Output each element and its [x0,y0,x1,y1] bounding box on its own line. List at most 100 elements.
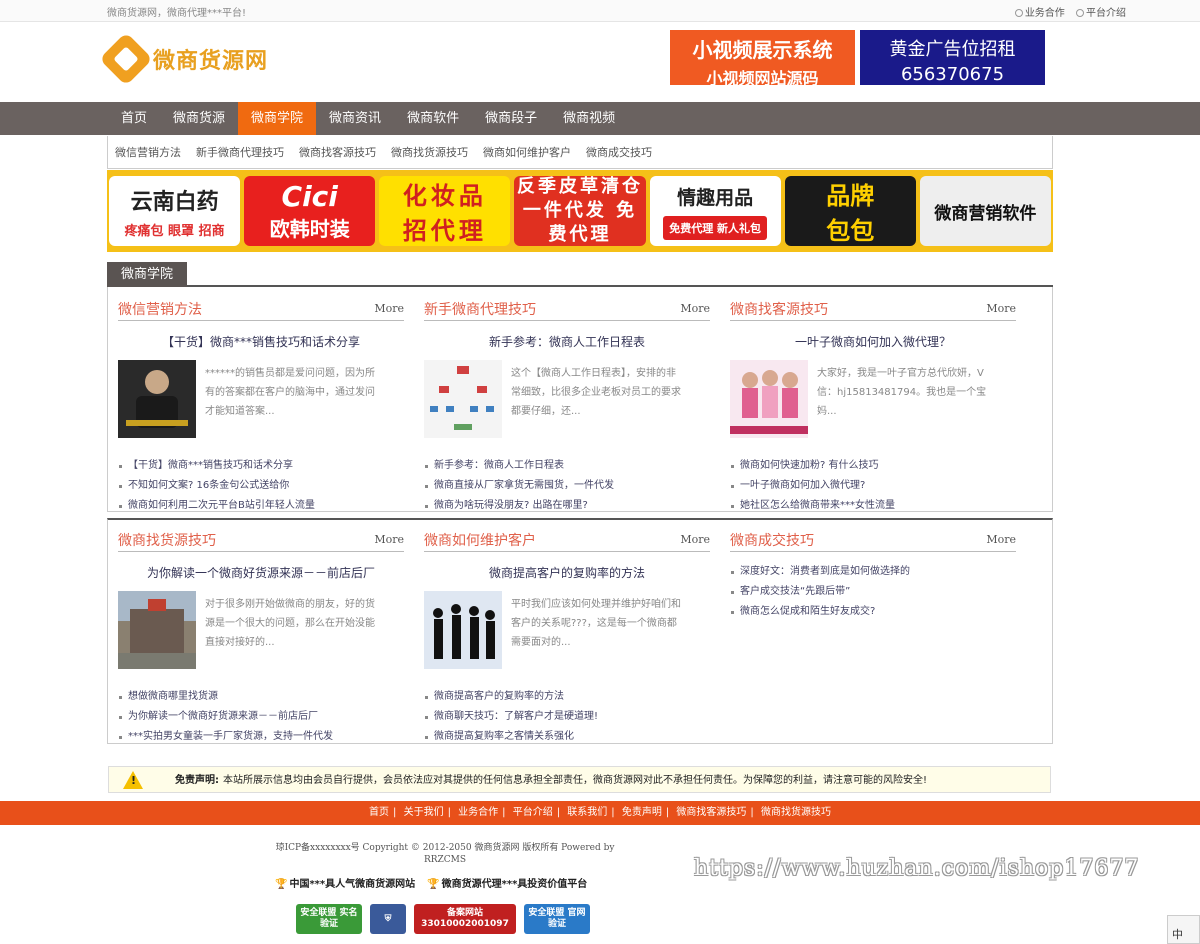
more-link[interactable]: More [680,302,710,315]
list-item[interactable]: 微商如何利用二次元平台B站引年轻人流量 [118,496,404,516]
article-column: 新手微商代理技巧 More 新手参考：微商人工作日程表 这个【微商人工作日程表】，… [424,293,710,516]
more-link[interactable]: More [986,302,1016,315]
subnav-item[interactable]: 微商找货源技巧 [391,144,468,160]
record-badge[interactable]: 备案网站 33010002001097 [414,904,516,934]
disclaimer-bar: 免责声明: 本站所展示信息均由会员自行提供，会员依法应对其提供的任何信息承担全部责… [108,766,1051,793]
disclaimer-label: 免责声明: [175,775,219,786]
more-link[interactable]: More [374,533,404,546]
column-title[interactable]: 微商如何维护客户 [424,530,536,550]
footer-link[interactable]: 业务合作 [458,807,498,818]
verify-badge[interactable]: 安全联盟 官网验证 [524,904,590,934]
list-item[interactable]: 【干货】微商***销售技巧和话术分享 [118,456,404,476]
column-title[interactable]: 微商找客源技巧 [730,299,828,319]
footer-link[interactable]: 首页 [369,807,389,818]
subnav-item[interactable]: 微商找客源技巧 [299,144,376,160]
subnav-item[interactable]: 微商如何维护客户 [483,144,571,160]
list-item[interactable]: 想做微商哪里找货源 [118,687,404,707]
honor-badges: 中国***具人气微商货源网站 微商货源代理***具投资价值平台 [275,875,615,890]
featured-title[interactable]: 新手参考：微商人工作日程表 [424,333,710,350]
list-item[interactable]: 微商如何快速加粉? 有什么技巧 [730,456,1016,476]
featured-desc: 对于很多刚开始做微商的朋友，好的货源是一个很大的问题，那么在开始没能直接对接好的… [205,599,375,648]
list-item[interactable]: 微商直接从厂家拿货无需囤货，一件代发 [424,476,710,496]
list-item[interactable]: 微商怎么促成和陌生好友成交? [730,602,1016,622]
nav-item-home[interactable]: 首页 [108,102,160,135]
site-slogan: 微商货源网，微商代理***平台! [107,8,247,19]
ad-banner-video[interactable]: 小视频展示系统 小视频网站源码 [670,30,855,88]
featured-title[interactable]: 为你解读一个微商好货源来源－－前店后厂 [118,564,404,581]
section-tab: 微商学院 [107,262,1053,287]
list-item[interactable]: ***实拍男女童装一手厂家货源，支持一件代发 [118,727,404,747]
footer-link[interactable]: 关于我们 [404,807,444,818]
list-item[interactable]: 一叶子微商如何加入微代理? [730,476,1016,496]
column-title[interactable]: 微信营销方法 [118,299,202,319]
nav-item-news[interactable]: 微商资讯 [316,102,394,135]
list-item[interactable]: 微商提高复购率之客情关系强化 [424,727,710,747]
banner-ad[interactable]: 反季皮草清仓一件代发 免费代理 [514,176,646,246]
footer-link[interactable]: 微商找客源技巧 [676,807,746,818]
subnav-item[interactable]: 微商成交技巧 [586,144,652,160]
featured-title[interactable]: 一叶子微商如何加入微代理？ [730,333,1016,350]
footer-link[interactable]: 联系我们 [567,807,607,818]
more-link[interactable]: More [986,533,1016,546]
list-item[interactable]: 微商为啥玩得没朋友? 出路在哪里? [424,496,710,516]
list-item[interactable]: 不知如何文案? 16条金句公式送给你 [118,476,404,496]
banner-title: 品牌 [826,182,875,210]
banner-ad[interactable]: 化妆品 招代理 [379,176,511,246]
ad-line: 656370675 [900,64,1005,85]
featured-desc: 大家好，我是一叶子官方总代欣妍，V信：hj15813481794。我也是一个宝妈… [817,368,987,417]
gear-icon [1076,9,1084,17]
list-item[interactable]: 她社区怎么给微商带来***女性流量 [730,496,1016,516]
footer-link[interactable]: 免责声明 [622,807,662,818]
ad-line: 小视频展示系统 [692,38,833,62]
featured-title[interactable]: 微商提高客户的复购率的方法 [424,564,710,581]
ime-indicator[interactable]: 中 [1167,915,1200,944]
column-title[interactable]: 新手微商代理技巧 [424,299,536,319]
banner-ad[interactable]: 云南白药 疼痛包 眼罩 招商 [109,176,241,246]
article-thumbnail[interactable] [424,591,502,669]
ad-banner-rent[interactable]: 黄金广告位招租 656370675 [860,30,1045,85]
more-link[interactable]: More [680,533,710,546]
banner-title: 反季皮草清仓 [516,176,643,197]
article-thumbnail[interactable] [118,360,196,438]
sub-nav: 微信营销方法 新手微商代理技巧 微商找客源技巧 微商找货源技巧 微商如何维护客户… [107,136,1053,169]
top-link-intro[interactable]: 平台介绍 [1076,8,1126,19]
article-column: 微商成交技巧 More 深度好文：消费者到底是如何做选择的 客户成交技法“先跟后带… [730,524,1016,622]
banner-ad[interactable]: 微商营销软件 [919,176,1051,246]
nav-item-software[interactable]: 微商软件 [394,102,472,135]
security-badge[interactable]: 安全联盟 实名验证 [296,904,362,934]
subnav-item[interactable]: 新手微商代理技巧 [196,144,284,160]
list-item[interactable]: 深度好文：消费者到底是如何做选择的 [730,562,1016,582]
nav-item-video[interactable]: 微商视频 [550,102,628,135]
list-item[interactable]: 微商聊天技巧：了解客户才是硬道理! [424,707,710,727]
list-item[interactable]: 客户成交技法“先跟后带” [730,582,1016,602]
list-item[interactable]: 新手参考：微商人工作日程表 [424,456,710,476]
globe-icon [1014,9,1023,17]
list-item[interactable]: 为你解读一个微商好货源来源－－前店后厂 [118,707,404,727]
top-link-business[interactable]: 业务合作 [1014,8,1065,19]
article-column: 微商找货源技巧 More 为你解读一个微商好货源来源－－前店后厂 对于很多刚开始做… [118,524,404,747]
banner-title: 微商营销软件 [934,203,1037,224]
column-title[interactable]: 微商找货源技巧 [118,530,216,550]
banner-ad[interactable]: Cici 欧韩时装 [244,176,376,246]
subnav-item[interactable]: 微信营销方法 [115,144,181,160]
more-link[interactable]: More [374,302,404,315]
footer-link[interactable]: 平台介绍 [513,807,553,818]
featured-title[interactable]: 【干货】微商***销售技巧和话术分享 [118,333,404,350]
article-thumbnail[interactable] [730,360,808,438]
police-badge-icon[interactable]: ⛨ [370,904,406,934]
banner-ad[interactable]: 情趣用品 免费代理 新人礼包 [649,176,781,246]
article-thumbnail[interactable] [424,360,502,438]
list-item[interactable]: 微商提高客户的复购率的方法 [424,687,710,707]
article-column: 微商如何维护客户 More 微商提高客户的复购率的方法 平时我们应该如何处理并维护… [424,524,710,747]
banner-title: 情趣用品 [677,186,754,209]
nav-item-supply[interactable]: 微商货源 [160,102,238,135]
footer-link[interactable]: 微商找货源技巧 [761,807,831,818]
column-title[interactable]: 微商成交技巧 [730,530,814,550]
nav-item-academy[interactable]: 微商学院 [238,102,317,135]
banner-ad[interactable]: 品牌 包包 [784,176,916,246]
site-logo[interactable]: 微商货源网 [99,32,269,86]
logo-text: 微商货源网 [153,49,269,74]
article-thumbnail[interactable] [118,591,196,669]
nav-item-jokes[interactable]: 微商段子 [472,102,550,135]
banner-sub: 一件代发 免费代理 [522,200,638,245]
